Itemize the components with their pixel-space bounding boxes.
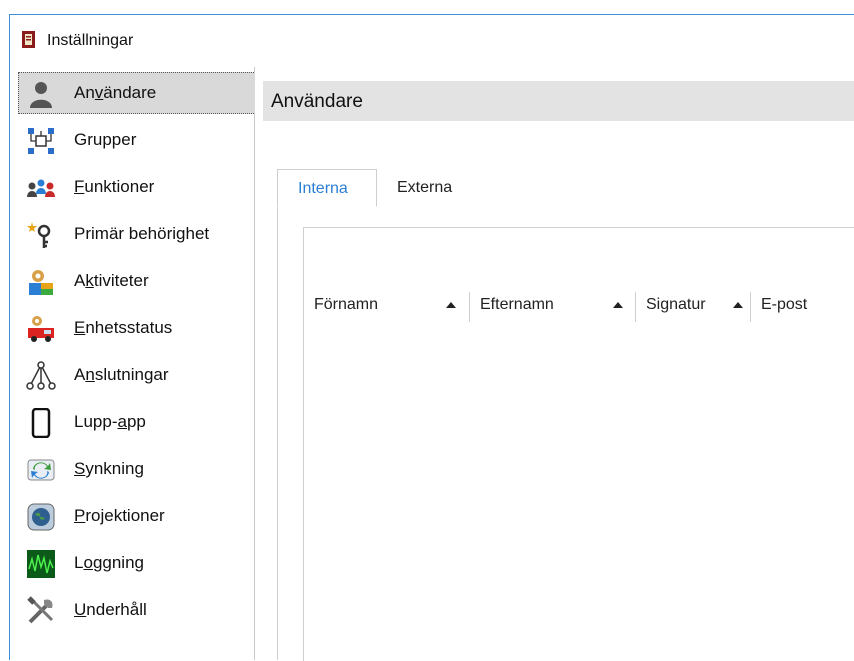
sidebar-item-projektioner[interactable]: Projektioner bbox=[18, 495, 256, 537]
sidebar-item-label: Synkning bbox=[74, 459, 144, 478]
column-header-epost[interactable]: E-post bbox=[751, 286, 854, 324]
sync-icon bbox=[27, 459, 55, 481]
column-label: Efternamn bbox=[480, 296, 554, 313]
tab-strip: Interna Externa bbox=[277, 169, 854, 208]
user-icon bbox=[30, 82, 52, 108]
window-title: Inställningar bbox=[47, 32, 134, 49]
sidebar-item-anvandare[interactable]: Användare bbox=[18, 72, 256, 114]
logging-icon bbox=[27, 550, 55, 578]
sidebar-item-label: Lupp-app bbox=[74, 412, 146, 431]
key-icon bbox=[27, 222, 51, 248]
phone-icon bbox=[31, 408, 51, 438]
sidebar-item-aktiviteter[interactable]: Aktiviteter bbox=[18, 260, 256, 302]
sidebar-item-label: Aktiviteter bbox=[74, 271, 149, 290]
sort-ascending-icon bbox=[446, 302, 456, 308]
connections-icon bbox=[26, 361, 56, 390]
column-header-efternamn[interactable]: Efternamn bbox=[470, 286, 635, 324]
sort-ascending-icon bbox=[733, 302, 743, 308]
sort-ascending-icon bbox=[613, 302, 623, 308]
sidebar-item-enhetsstatus[interactable]: Enhetsstatus bbox=[18, 307, 256, 349]
column-label: Förnamn bbox=[314, 296, 379, 313]
sidebar-item-label: Primär behörighet bbox=[74, 224, 210, 243]
sidebar-item-synkning[interactable]: Synkning bbox=[18, 448, 256, 490]
sidebar-item-grupper[interactable]: Grupper bbox=[18, 119, 256, 161]
sidebar-item-underhall[interactable]: Underhåll bbox=[18, 589, 256, 631]
sidebar-item-label: Grupper bbox=[74, 130, 137, 149]
tab-label: Interna bbox=[298, 180, 348, 197]
sidebar-item-label: Projektioner bbox=[74, 506, 165, 525]
tab-label: Externa bbox=[397, 179, 453, 196]
sidebar-item-funktioner[interactable]: Funktioner bbox=[18, 166, 256, 208]
users-grid: Förnamn Efternamn Signatur E-post bbox=[303, 227, 854, 661]
tab-interna[interactable]: Interna bbox=[277, 169, 377, 207]
sidebar-item-label: Funktioner bbox=[74, 177, 155, 196]
sidebar-item-label: Underhåll bbox=[74, 600, 147, 619]
sidebar-item-anslutningar[interactable]: Anslutningar bbox=[18, 354, 256, 396]
tab-externa[interactable]: Externa bbox=[377, 169, 469, 207]
tab-panel: Förnamn Efternamn Signatur E-post bbox=[277, 207, 854, 661]
column-label: E-post bbox=[761, 296, 808, 313]
main-content: Användare Interna Externa Förnamn Eftern… bbox=[255, 67, 854, 661]
fire-truck-icon bbox=[28, 316, 54, 342]
activities-icon bbox=[29, 270, 53, 295]
tools-icon bbox=[27, 596, 54, 624]
sidebar-item-loggning[interactable]: Loggning bbox=[18, 542, 256, 584]
app-icon bbox=[22, 31, 35, 48]
page-title: Användare bbox=[271, 91, 363, 112]
grid-header: Förnamn Efternamn Signatur E-post bbox=[304, 286, 854, 324]
column-header-fornamn[interactable]: Förnamn bbox=[304, 286, 469, 324]
sidebar-item-label: Enhetsstatus bbox=[74, 318, 173, 337]
column-header-signatur[interactable]: Signatur bbox=[636, 286, 751, 324]
functions-icon bbox=[27, 179, 55, 197]
sidebar-item-label: Användare bbox=[74, 83, 157, 102]
sidebar-item-label: Loggning bbox=[74, 553, 144, 572]
groups-icon bbox=[28, 128, 54, 154]
sidebar: Användare Grupper Funktioner Primär behö… bbox=[10, 67, 256, 660]
column-label: Signatur bbox=[646, 296, 706, 313]
sidebar-item-lupp-app[interactable]: Lupp-app bbox=[18, 401, 256, 443]
sidebar-item-label: Anslutningar bbox=[74, 365, 169, 384]
projection-icon bbox=[27, 503, 55, 531]
sidebar-item-primar-behorighet[interactable]: Primär behörighet bbox=[18, 213, 256, 255]
title-bar bbox=[10, 15, 854, 67]
content-header: Användare bbox=[263, 81, 854, 121]
